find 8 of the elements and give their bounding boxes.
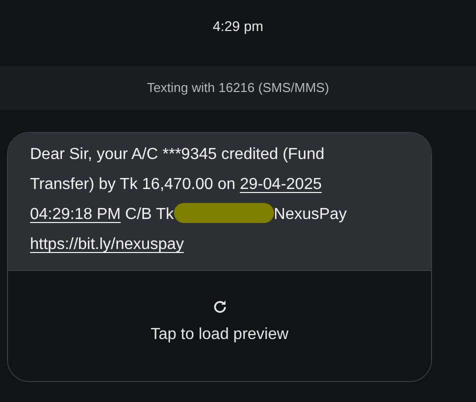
message-link[interactable]: 04:29:18 PM xyxy=(30,206,121,223)
refresh-icon xyxy=(212,299,228,315)
load-preview-button[interactable]: Tap to load preview xyxy=(150,323,288,347)
message-text: Dear Sir, your A/C ***9345 credited (Fund Transfer) by Tk 16,470.00 on 29-04-2025 04:29:18 PM C/B Tk NexusPay https://bit.ly/nexuspay xyxy=(30,145,348,255)
banner-text: Texting with 16216 (SMS/MMS) xyxy=(146,79,330,98)
message-link[interactable]: https://bit.ly/nexuspay xyxy=(30,236,184,253)
message-link[interactable]: 29-04-2025 xyxy=(240,176,322,193)
timestamp: 4:29 pm xyxy=(212,18,264,34)
